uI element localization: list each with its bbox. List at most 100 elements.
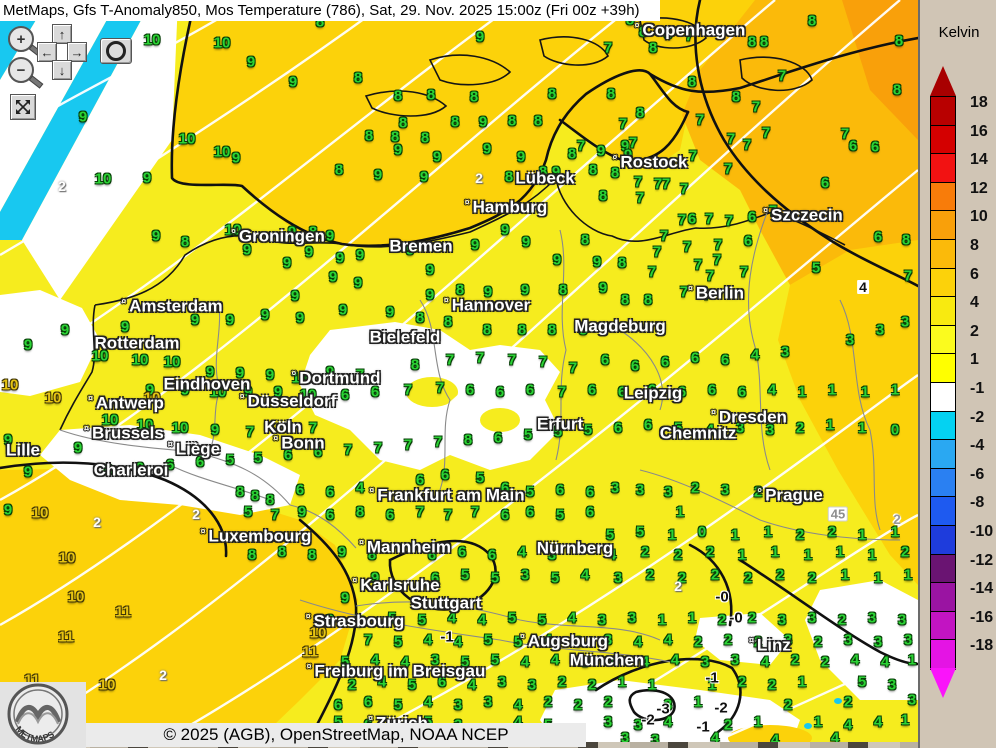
city-marker-icon: °	[369, 486, 374, 500]
station-value: 3	[521, 568, 529, 583]
map-canvas[interactable]: 1010898887888878989888888879101091098898…	[0, 0, 918, 742]
city-label: Charleroi	[94, 462, 169, 479]
station-value: -1	[696, 720, 709, 735]
station-value: 9	[261, 308, 269, 323]
city-label: °Antwerp	[88, 395, 164, 412]
station-value: 5	[394, 698, 402, 713]
colorbar-tick-label: -1	[970, 380, 984, 398]
station-value: 7	[689, 149, 697, 164]
station-value: 1	[676, 505, 684, 520]
station-value: 2	[768, 678, 776, 693]
station-value: 2	[808, 571, 816, 586]
station-value: 2	[604, 695, 612, 710]
station-value: 1	[814, 715, 822, 730]
station-value: 3	[454, 698, 462, 713]
station-value: 8	[251, 489, 259, 504]
station-value: 6	[586, 505, 594, 520]
station-value: 8	[470, 90, 478, 105]
station-value: 6	[334, 698, 342, 713]
station-value: 6	[556, 483, 564, 498]
pan-down-button[interactable]: ↓	[52, 60, 72, 80]
contour-label: 2	[192, 507, 200, 521]
station-value: 5	[636, 525, 644, 540]
station-value: 6	[721, 353, 729, 368]
city-marker-icon: °	[352, 576, 357, 590]
fullscreen-icon	[14, 98, 32, 116]
station-value: 6	[821, 176, 829, 191]
station-value: 6	[466, 383, 474, 398]
station-value: 7	[636, 191, 644, 206]
station-value: 9	[426, 288, 434, 303]
station-value: 2	[544, 695, 552, 710]
city-label: °Strasbourg	[306, 613, 405, 630]
station-value: -0	[715, 590, 728, 605]
station-value: 7	[364, 633, 372, 648]
zoom-out-button[interactable]: −	[8, 57, 34, 83]
station-value: 7	[444, 508, 452, 523]
station-value: 11	[58, 630, 74, 645]
station-value: 4	[671, 653, 679, 668]
station-value: 7	[648, 265, 656, 280]
colorbar-tick-label: -16	[970, 609, 993, 627]
attribution-bar: © 2025 (AGB), OpenStreetMap, NOAA NCEP	[86, 723, 586, 747]
station-value: 9	[298, 505, 306, 520]
station-value: 7	[634, 175, 642, 190]
station-value: 9	[394, 143, 402, 158]
station-value: 1	[836, 545, 844, 560]
station-value: 7	[471, 505, 479, 520]
colorbar-tick-label: 8	[970, 237, 979, 255]
station-value: 10	[172, 421, 189, 436]
station-value: 6	[631, 359, 639, 374]
station-value: 5	[418, 613, 426, 628]
station-value: 2	[674, 548, 682, 563]
station-value: 9	[476, 30, 484, 45]
colorbar-tick-label: 12	[970, 180, 988, 198]
pan-up-button[interactable]: ↑	[52, 24, 72, 44]
station-value: 1	[804, 548, 812, 563]
station-value: 1	[828, 383, 836, 398]
station-value: 7	[778, 69, 786, 84]
station-value: 4	[768, 383, 776, 398]
station-value: 1	[908, 653, 916, 668]
station-value: 3	[898, 613, 906, 628]
station-value: 7	[569, 361, 577, 376]
station-value: 8	[621, 293, 629, 308]
station-value: 8	[399, 116, 407, 131]
station-value: 11	[302, 645, 318, 660]
station-value: 3	[868, 611, 876, 626]
station-value: 9	[599, 281, 607, 296]
city-label: °Dortmund	[291, 370, 380, 387]
station-value: 2	[558, 675, 566, 690]
colorbar-tick-label: 16	[970, 123, 988, 141]
station-value: 5	[476, 471, 484, 486]
station-value: 5	[254, 451, 262, 466]
city-label: Lille	[6, 442, 40, 459]
contour-label: 2	[674, 579, 682, 593]
colorbar-tick-label: 4	[970, 294, 979, 312]
pan-right-button[interactable]: →	[67, 42, 87, 62]
station-value: 6	[326, 508, 334, 523]
station-value: 1	[868, 548, 876, 563]
fullscreen-button[interactable]	[10, 94, 36, 120]
city-label: Erfurt	[537, 416, 583, 433]
city-marker-icon: °	[763, 206, 768, 220]
colorbar-tick-label: -14	[970, 580, 993, 598]
pan-left-button[interactable]: ←	[37, 42, 57, 62]
station-value: 2	[828, 525, 836, 540]
station-value: 4	[454, 635, 462, 650]
colorbar-band	[930, 125, 956, 155]
snapshot-button[interactable]	[100, 38, 132, 64]
station-value: 5	[812, 261, 820, 276]
station-value: 3	[611, 481, 619, 496]
station-value: 9	[553, 253, 561, 268]
station-value: 6	[871, 140, 879, 155]
station-value: 6	[661, 355, 669, 370]
station-value: 8	[416, 311, 424, 326]
city-marker-icon: °	[121, 297, 126, 311]
station-value: 9	[341, 591, 349, 606]
station-value: 8	[548, 87, 556, 102]
station-value: 2	[641, 545, 649, 560]
station-value: 8	[451, 115, 459, 130]
zoom-in-button[interactable]: +	[8, 26, 34, 52]
station-value: 6	[738, 385, 746, 400]
